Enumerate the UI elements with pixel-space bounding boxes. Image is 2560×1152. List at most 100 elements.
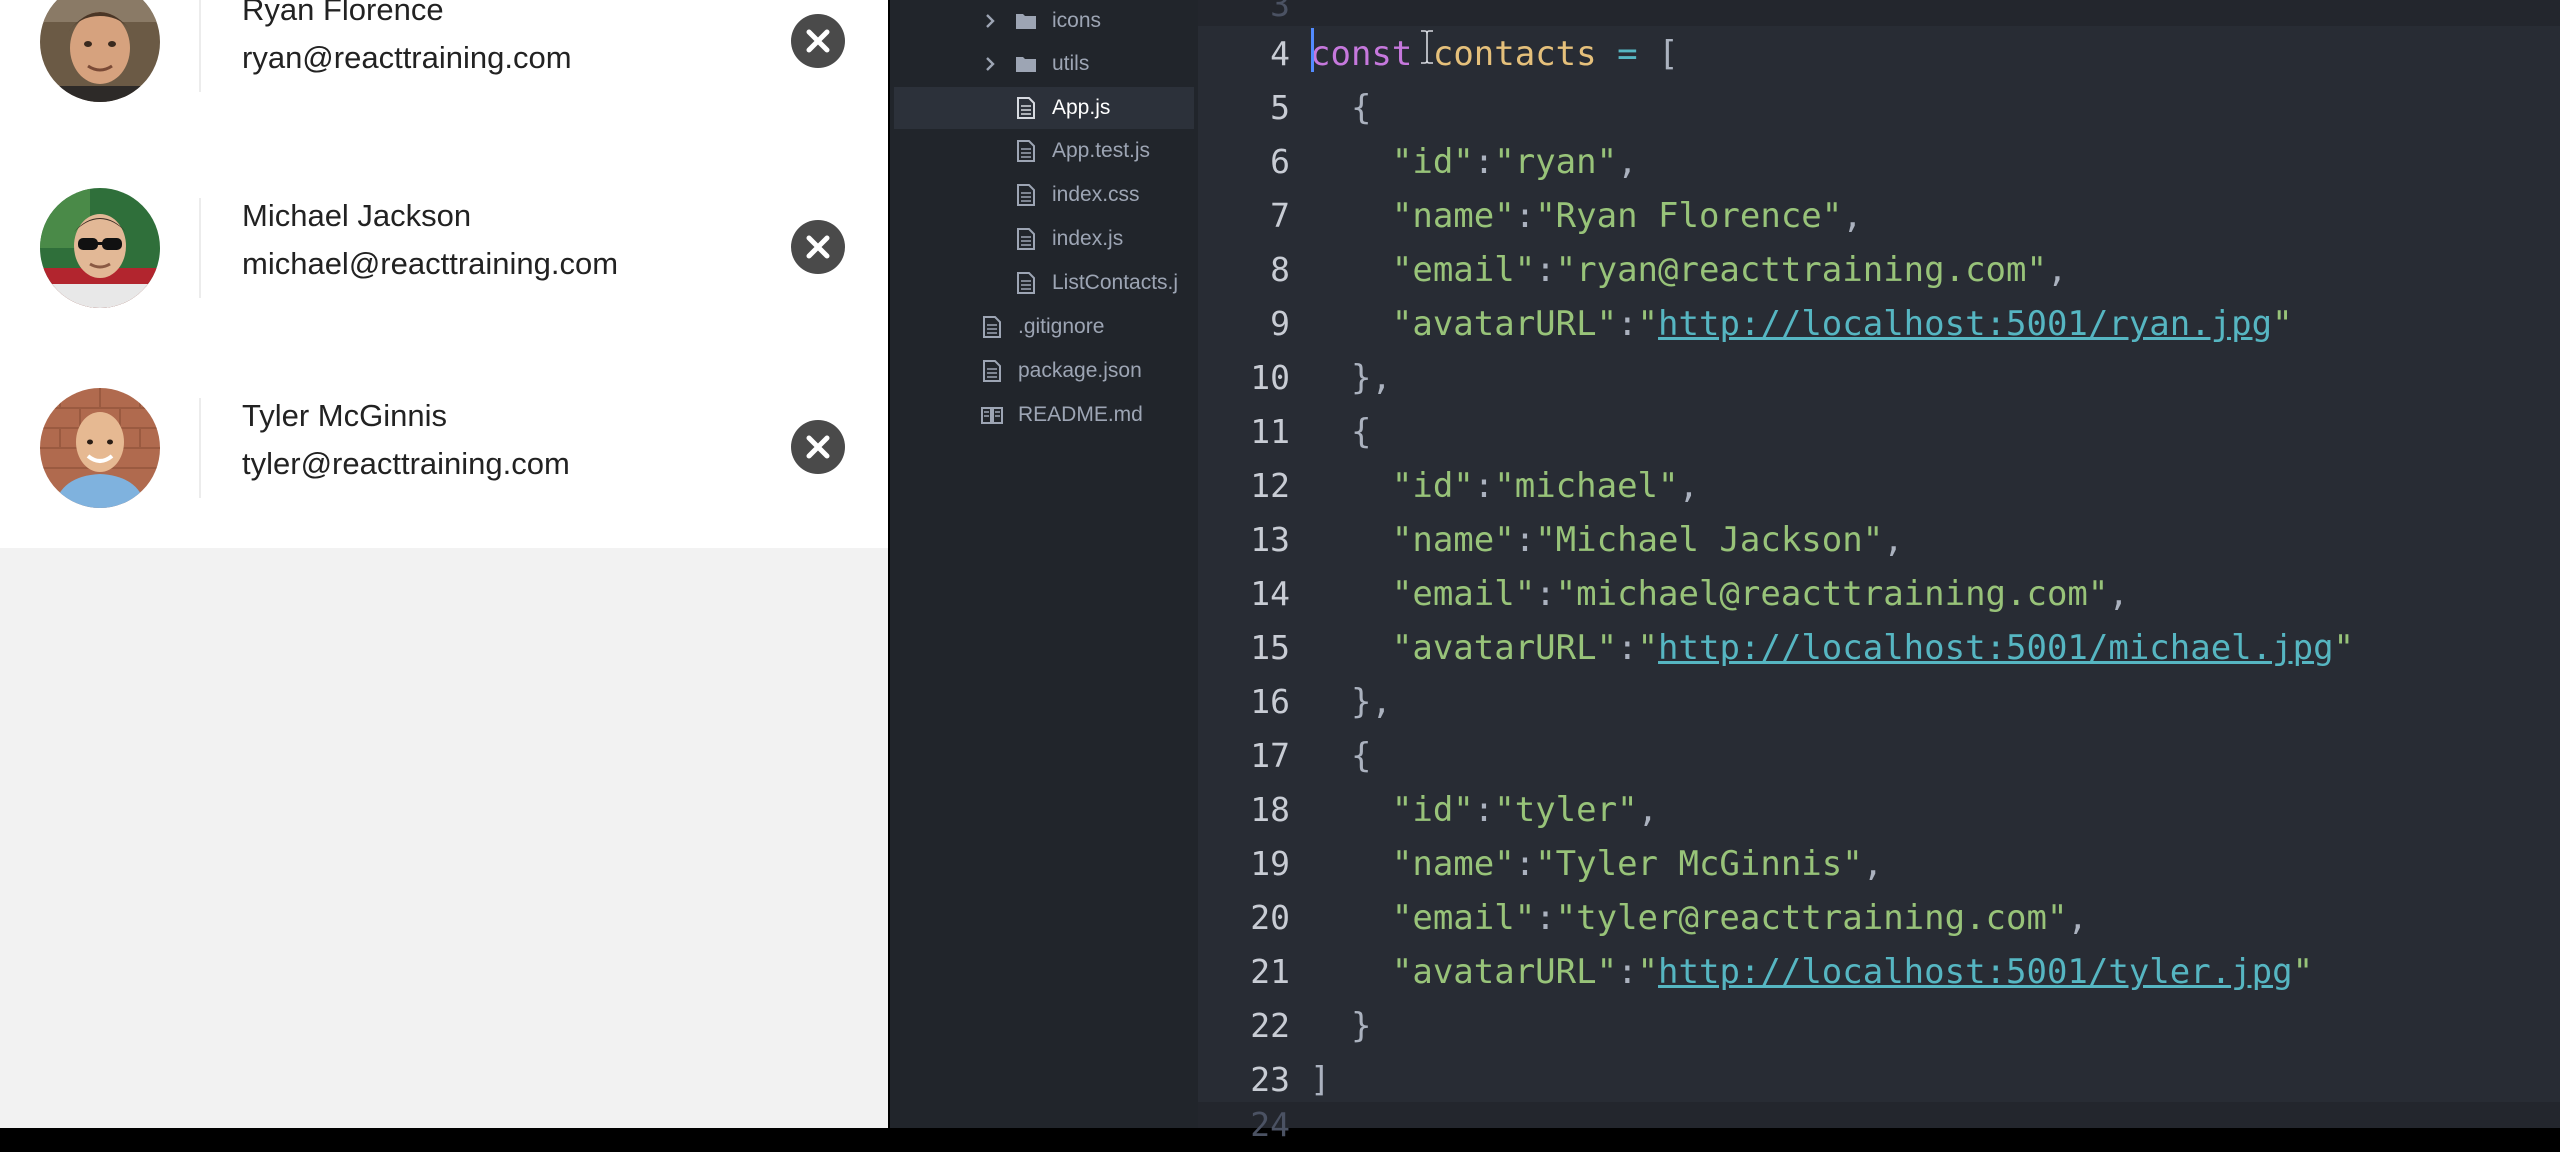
string-token: "michael"	[1494, 466, 1679, 506]
line-number: 9	[1270, 304, 1290, 343]
line-number: 4	[1270, 34, 1290, 73]
code-editor[interactable]: 3 4 5 6 7 8 9 10 11 12 13 14 15 16 17 18…	[1198, 0, 2560, 1144]
url-link[interactable]: http://localhost:5001/tyler.jpg	[1658, 952, 2293, 992]
tree-item-label: package.json	[1018, 359, 1142, 382]
code-line-11: {	[1310, 405, 1371, 459]
brace-token: },	[1350, 358, 1392, 398]
line-number: 13	[1250, 520, 1290, 559]
brace-token: {	[1350, 736, 1372, 776]
key-token: "name"	[1391, 844, 1515, 884]
close-icon	[806, 435, 830, 459]
file-icon	[1017, 97, 1035, 119]
comma-token: ,	[2067, 898, 2088, 938]
tree-file-app-test-js[interactable]: App.test.js	[1014, 130, 1150, 172]
code-line-6: "id":"ryan",	[1310, 135, 1638, 189]
code-line-21: "avatarURL":"http://localhost:5001/tyler…	[1310, 945, 2313, 999]
tree-folder-icons[interactable]: icons	[980, 0, 1101, 42]
code-line-10: },	[1310, 351, 1392, 405]
tree-folder-utils[interactable]: utils	[980, 43, 1089, 85]
code-line-13: "name":"Michael Jackson",	[1310, 513, 1904, 567]
code-line-16: },	[1310, 675, 1392, 729]
url-link[interactable]: http://localhost:5001/michael.jpg	[1658, 628, 2334, 668]
tree-view: icons utils App.js App.test.js index.css…	[894, 0, 1194, 1128]
contact-name: Ryan Florence	[242, 0, 444, 27]
remove-contact-button[interactable]	[791, 220, 845, 274]
tree-item-label: index.js	[1052, 227, 1124, 250]
line-number: 16	[1250, 682, 1290, 721]
code-line-12: "id":"michael",	[1310, 459, 1699, 513]
tree-file-readme-md[interactable]: README.md	[980, 394, 1143, 436]
key-token: "email"	[1391, 250, 1536, 290]
contact-name: Tyler McGinnis	[242, 398, 447, 433]
quote-token: "	[2333, 628, 2355, 668]
contact-email: michael@reacttraining.com	[242, 246, 619, 281]
key-token: "avatarURL"	[1391, 628, 1618, 668]
key-token: "name"	[1391, 196, 1515, 236]
file-icon	[983, 316, 1001, 338]
contact-divider	[199, 198, 201, 298]
avatar	[40, 388, 160, 508]
tree-item-label: ListContacts.j	[1052, 271, 1179, 294]
tree-file-package-json[interactable]: package.json	[980, 350, 1142, 392]
string-token: "tyler@reacttraining.com"	[1555, 898, 2068, 938]
comma-token: ,	[1637, 790, 1659, 830]
tree-file-index-js[interactable]: index.js	[1014, 218, 1123, 260]
code-line-5: {	[1310, 81, 1371, 135]
colon-token: :	[1473, 790, 1495, 830]
tree-file-gitignore[interactable]: .gitignore	[980, 306, 1104, 348]
remove-contact-button[interactable]	[791, 420, 845, 474]
contacts-app: Ryan Florence ryan@reacttraining.com Mic…	[0, 0, 890, 1128]
contact-email: ryan@reacttraining.com	[242, 40, 572, 75]
key-token: "id"	[1391, 466, 1474, 506]
tree-file-index-css[interactable]: index.css	[1014, 174, 1140, 216]
close-icon	[806, 29, 830, 53]
quote-token: "	[1637, 952, 1659, 992]
code-line-4: const contacts = [	[1310, 27, 1679, 81]
code-line-14: "email":"michael@reacttraining.com",	[1310, 567, 2129, 621]
contact-item-ryan: Ryan Florence ryan@reacttraining.com	[0, 0, 890, 112]
colon-token: :	[1473, 466, 1495, 506]
line-number: 11	[1250, 412, 1290, 451]
comma-token: ,	[2108, 574, 2129, 614]
key-token: "avatarURL"	[1391, 304, 1618, 344]
code-line-23: ]	[1310, 1053, 1330, 1107]
tree-file-listcontacts-js[interactable]: ListContacts.j	[1014, 262, 1178, 304]
code-line-18: "id":"tyler",	[1310, 783, 1658, 837]
remove-contact-button[interactable]	[791, 14, 845, 68]
tree-file-app-js[interactable]: App.js	[1014, 87, 1110, 129]
quote-token: "	[1637, 304, 1659, 344]
tree-item-label: .gitignore	[1018, 315, 1105, 338]
key-token: "id"	[1391, 790, 1474, 830]
colon-token: :	[1535, 574, 1556, 614]
folder-icon	[1016, 14, 1036, 29]
line-number: 12	[1250, 466, 1290, 505]
quote-token: "	[1637, 628, 1659, 668]
operator-token: =	[1617, 34, 1638, 74]
file-icon	[1017, 272, 1035, 294]
line-number: 19	[1250, 844, 1290, 883]
code-line-17: {	[1310, 729, 1371, 783]
chevron-right-icon	[986, 14, 995, 28]
brace-token: {	[1350, 88, 1372, 128]
url-link[interactable]: http://localhost:5001/ryan.jpg	[1658, 304, 2272, 344]
code-line-15: "avatarURL":"http://localhost:5001/micha…	[1310, 621, 2354, 675]
colon-token: :	[1535, 250, 1556, 290]
tree-item-label: icons	[1052, 9, 1102, 32]
comma-token: ,	[1617, 142, 1638, 182]
string-token: "Ryan Florence"	[1535, 196, 1843, 236]
key-token: "id"	[1391, 142, 1474, 182]
comma-token: ,	[1862, 844, 1884, 884]
code-line-19: "name":"Tyler McGinnis",	[1310, 837, 1883, 891]
string-token: "ryan@reacttraining.com"	[1555, 250, 2047, 290]
key-token: "name"	[1391, 520, 1515, 560]
string-token: "Michael Jackson"	[1535, 520, 1884, 560]
line-number: 17	[1250, 736, 1290, 775]
colon-token: :	[1514, 196, 1536, 236]
line-number: 21	[1250, 952, 1290, 991]
line-number: 5	[1270, 88, 1290, 127]
colon-token: :	[1514, 844, 1536, 884]
contact-divider	[199, 0, 201, 92]
contact-name: Michael Jackson	[242, 198, 472, 233]
text-cursor	[1311, 28, 1314, 72]
tree-item-label: README.md	[1018, 403, 1143, 426]
